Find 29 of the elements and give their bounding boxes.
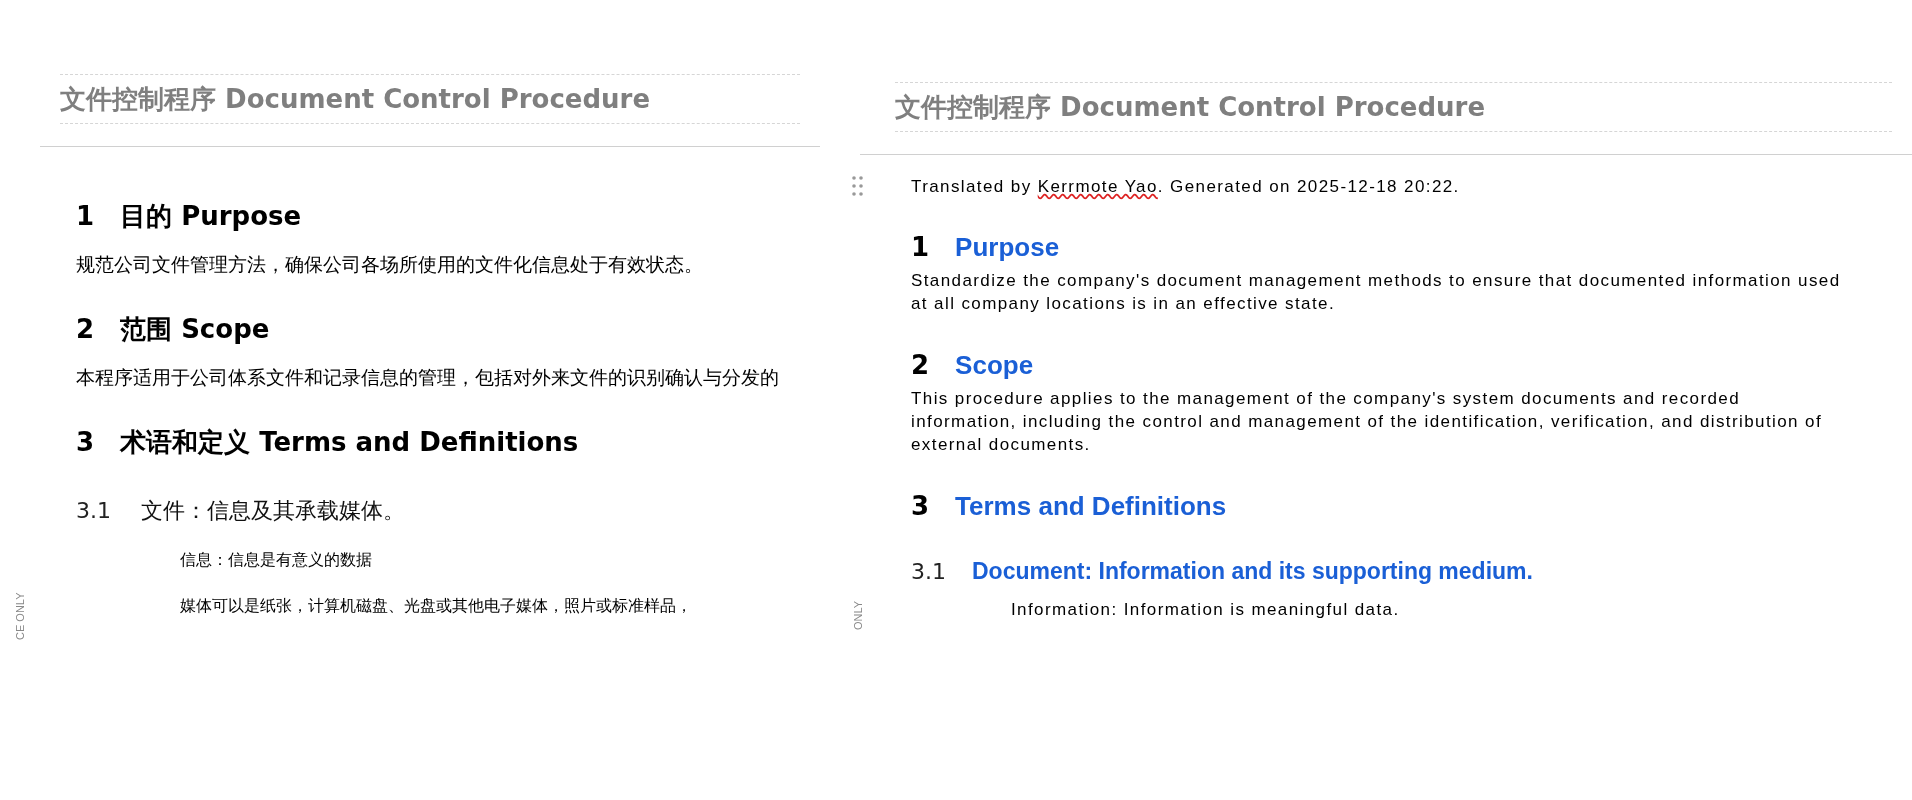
section-heading: Scope [955,350,1034,381]
section-heading: 目的 Purpose [120,200,302,233]
header-title: 文件控制程序 Document Control Procedure [60,82,651,116]
header-title: 文件控制程序 Document Control Procedure [895,90,1486,124]
subsection-heading: Document: Information and its supporting medium. [972,558,1533,585]
margin-label: ONLY [852,600,864,630]
heading-number: 1 [911,232,930,262]
heading-number: 3.1 [911,559,946,584]
definition-text: Information: Information is meaningful data. [1011,599,1401,621]
heading-number: 2 [911,350,930,380]
heading-number: 2 [76,314,95,344]
drag-handle-icon[interactable] [852,176,864,196]
body-paragraph: This procedure applies to the management of the company's system documents and recorded information, including the control and management of the identification, verification, and distribution of external documents. [911,388,1824,456]
translation-note: Translated by Kerrmote Yao. Generated on 2025-12-18 20:22. [911,177,1461,197]
margin-label: CE ONLY [14,592,26,640]
heading-number: 3 [76,427,95,457]
subsection-heading: 文件：信息及其承载媒体。 [141,497,405,525]
section-heading: 术语和定义 Terms and Definitions [120,426,579,459]
section-heading: 范围 Scope [120,313,270,346]
section-heading: Purpose [955,232,1060,263]
body-paragraph: 本程序适用于公司体系文件和记录信息的管理，包括对外来文件的识别确认与分发的 [76,365,780,389]
body-paragraph: 规范公司文件管理方法，确保公司各场所使用的文件化信息处于有效状态。 [76,252,704,276]
heading-number: 1 [76,201,95,231]
section-heading: Terms and Definitions [955,491,1227,522]
heading-number: 3.1 [76,498,111,523]
heading-number: 3 [911,491,930,521]
body-paragraph: Standardize the company's document management methods to ensure that documented information used at all company locations is in an effective state. [911,270,1842,315]
definition-text: 信息：信息是有意义的数据 [180,549,373,571]
definition-text: 媒体可以是纸张，计算机磁盘、光盘或其他电子媒体，照片或标准样品， [180,595,693,617]
